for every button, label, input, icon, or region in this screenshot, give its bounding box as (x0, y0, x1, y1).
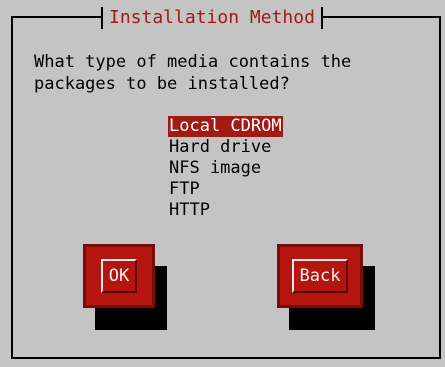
installation-method-dialog: Installation Method What type of media c… (11, 7, 441, 359)
ok-button-label: OK (100, 259, 138, 293)
ok-button[interactable]: OK (83, 244, 155, 308)
back-button-group: Back (277, 244, 375, 330)
media-option-http[interactable]: HTTP (168, 200, 283, 221)
dialog-title: Installation Method (101, 7, 323, 29)
media-option-ftp[interactable]: FTP (168, 179, 283, 200)
media-option-local-cdrom[interactable]: Local CDROM (168, 116, 283, 137)
media-option-nfs-image[interactable]: NFS image (168, 158, 283, 179)
back-button-label: Back (291, 259, 349, 293)
back-button[interactable]: Back (277, 244, 363, 308)
ok-button-group: OK (83, 244, 167, 330)
media-question: What type of media contains the packages… (34, 52, 352, 94)
media-option-hard-drive[interactable]: Hard drive (168, 137, 283, 158)
media-type-list[interactable]: Local CDROM Hard drive NFS image FTP HTT… (168, 116, 283, 221)
